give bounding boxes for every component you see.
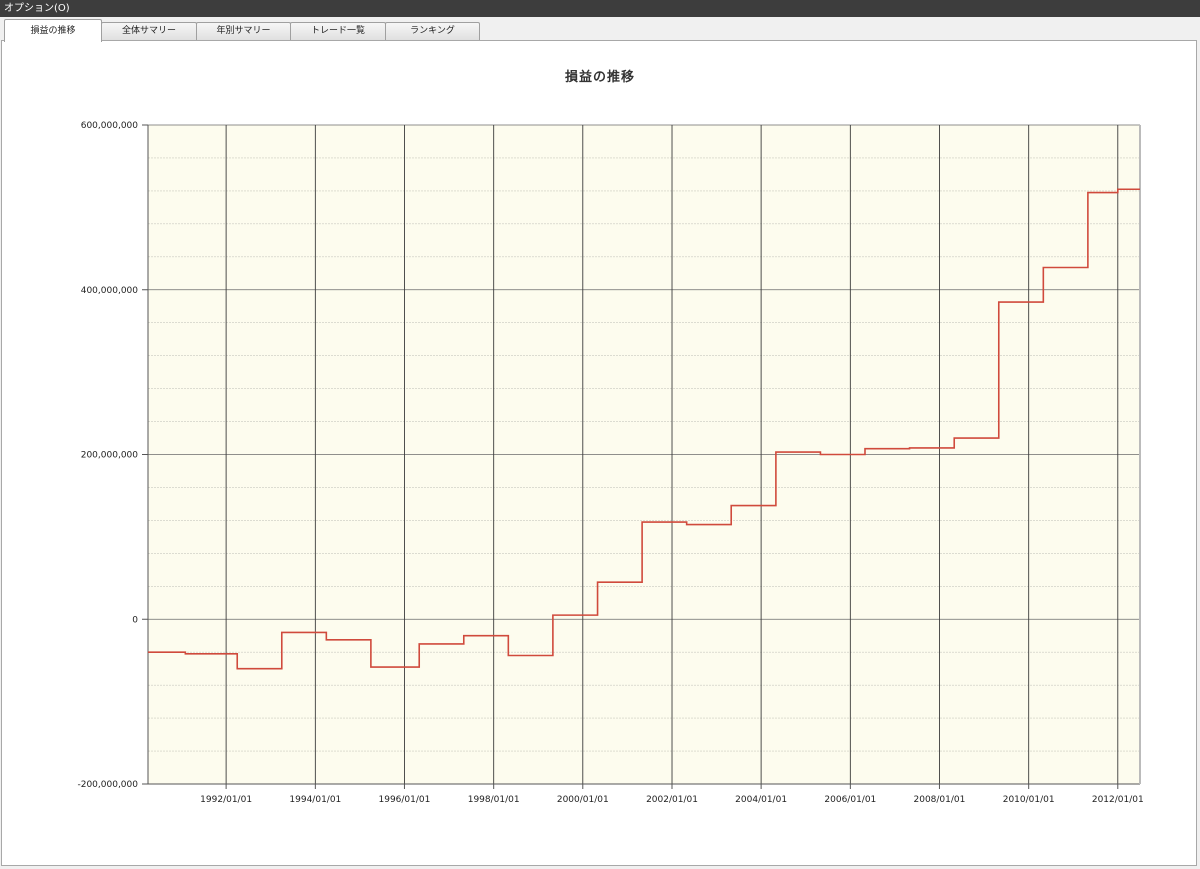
- tab-label: 損益の推移: [30, 26, 76, 36]
- y-tick-label: 200,000,000: [81, 451, 139, 461]
- x-tick-label: 2010/01/01: [1003, 795, 1055, 805]
- x-tick-label: 1996/01/01: [379, 795, 431, 805]
- tab-profit-trend[interactable]: 損益の推移: [4, 19, 102, 42]
- profit-chart: 600,000,000 400,000,000 200,000,000 0 -200,0…: [77, 121, 1144, 805]
- x-tick-label: 2002/01/01: [646, 795, 698, 805]
- x-tick-label: 2008/01/01: [914, 795, 966, 805]
- y-tick-label: 0: [132, 615, 138, 625]
- y-tick-label: -200,000,000: [77, 780, 138, 790]
- x-tick-label: 2012/01/01: [1092, 795, 1144, 805]
- x-tick-label: 1992/01/01: [200, 795, 252, 805]
- y-tick-label: 600,000,000: [81, 121, 139, 131]
- x-tick-label: 1994/01/01: [289, 795, 341, 805]
- x-tick-label: 1998/01/01: [468, 795, 520, 805]
- y-tick-label: 400,000,000: [81, 286, 139, 296]
- x-tick-label: 2000/01/01: [557, 795, 609, 805]
- x-tick-label: 2004/01/01: [735, 795, 787, 805]
- x-tick-label: 2006/01/01: [824, 795, 876, 805]
